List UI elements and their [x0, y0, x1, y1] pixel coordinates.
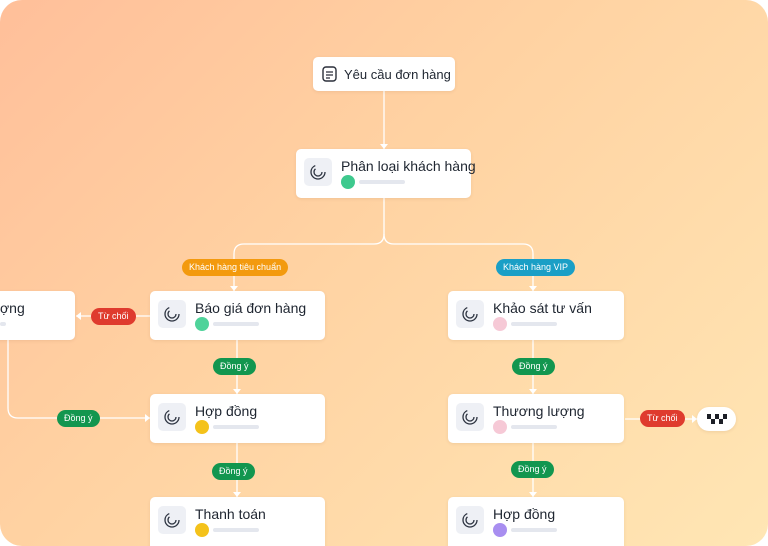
placeholder-bar — [511, 322, 557, 326]
placeholder-bar — [511, 528, 557, 532]
placeholder-bar — [511, 425, 557, 429]
node-title: Thương lượng — [493, 403, 585, 419]
arrow-reject-partial — [76, 312, 81, 320]
placeholder-bar — [0, 322, 6, 326]
reject-badge-right[interactable]: Từ chối — [640, 410, 685, 427]
avatar — [493, 317, 507, 331]
node-title: Báo giá đơn hàng — [195, 300, 307, 316]
node-title: Phân loại khách hàng — [341, 158, 476, 174]
spinner-icon — [310, 164, 326, 180]
agree-badge-right-2[interactable]: Đồng ý — [511, 461, 554, 478]
step-icon-tile — [158, 403, 186, 431]
node-title: Hợp đồng — [195, 403, 258, 419]
trigger-title: Yêu cầu đơn hàng — [344, 67, 451, 82]
branch-standard-badge[interactable]: Khách hàng tiêu chuẩn — [182, 259, 289, 276]
step-icon-tile — [456, 506, 484, 534]
placeholder-bar — [213, 528, 259, 532]
avatar — [195, 420, 209, 434]
spinner-icon — [164, 409, 180, 425]
node-contract-left[interactable]: Hợp đồng — [150, 394, 325, 443]
node-partial-left[interactable]: ợng — [0, 291, 75, 340]
agree-badge-left-1[interactable]: Đồng ý — [213, 358, 256, 375]
avatar — [493, 523, 507, 537]
node-quote[interactable]: Báo giá đơn hàng — [150, 291, 325, 340]
trigger-node[interactable]: Yêu cầu đơn hàng — [313, 57, 455, 91]
node-contract-right[interactable]: Hợp đồng — [448, 497, 624, 546]
end-node[interactable] — [697, 407, 736, 431]
document-icon — [322, 66, 337, 82]
node-title: ợng — [0, 300, 25, 316]
node-payment[interactable]: Thanh toán — [150, 497, 325, 546]
step-icon-tile — [456, 403, 484, 431]
node-title: Hợp đồng — [493, 506, 556, 522]
node-title: Khảo sát tư vấn — [493, 300, 592, 316]
agree-badge-left-side[interactable]: Đồng ý — [57, 410, 100, 427]
edge-classify-split — [233, 198, 385, 291]
node-negotiate[interactable]: Thương lượng — [448, 394, 624, 443]
reject-badge-left[interactable]: Từ chối — [91, 308, 136, 325]
node-title: Thanh toán — [195, 506, 266, 522]
step-icon-tile — [158, 300, 186, 328]
branch-vip-badge[interactable]: Khách hàng VIP — [496, 259, 576, 276]
avatar — [195, 523, 209, 537]
edge-partial-contract — [7, 340, 150, 419]
spinner-icon — [462, 512, 478, 528]
spinner-icon — [462, 306, 478, 322]
step-icon-tile — [304, 158, 332, 186]
node-classify-customer[interactable]: Phân loại khách hàng — [296, 149, 476, 198]
step-icon-tile — [456, 300, 484, 328]
placeholder-bar — [359, 180, 405, 184]
avatar — [493, 420, 507, 434]
spinner-icon — [164, 306, 180, 322]
placeholder-bar — [213, 322, 259, 326]
node-survey[interactable]: Khảo sát tư vấn — [448, 291, 624, 340]
agree-badge-left-2[interactable]: Đồng ý — [212, 463, 255, 480]
checkered-flag-icon — [707, 414, 727, 424]
avatar — [195, 317, 209, 331]
spinner-icon — [462, 409, 478, 425]
placeholder-bar — [213, 425, 259, 429]
workflow-canvas: Yêu cầu đơn hàng Phân loại khách hàng Kh… — [0, 0, 768, 546]
step-icon-tile — [158, 506, 186, 534]
agree-badge-right-1[interactable]: Đồng ý — [512, 358, 555, 375]
spinner-icon — [164, 512, 180, 528]
avatar — [341, 175, 355, 189]
